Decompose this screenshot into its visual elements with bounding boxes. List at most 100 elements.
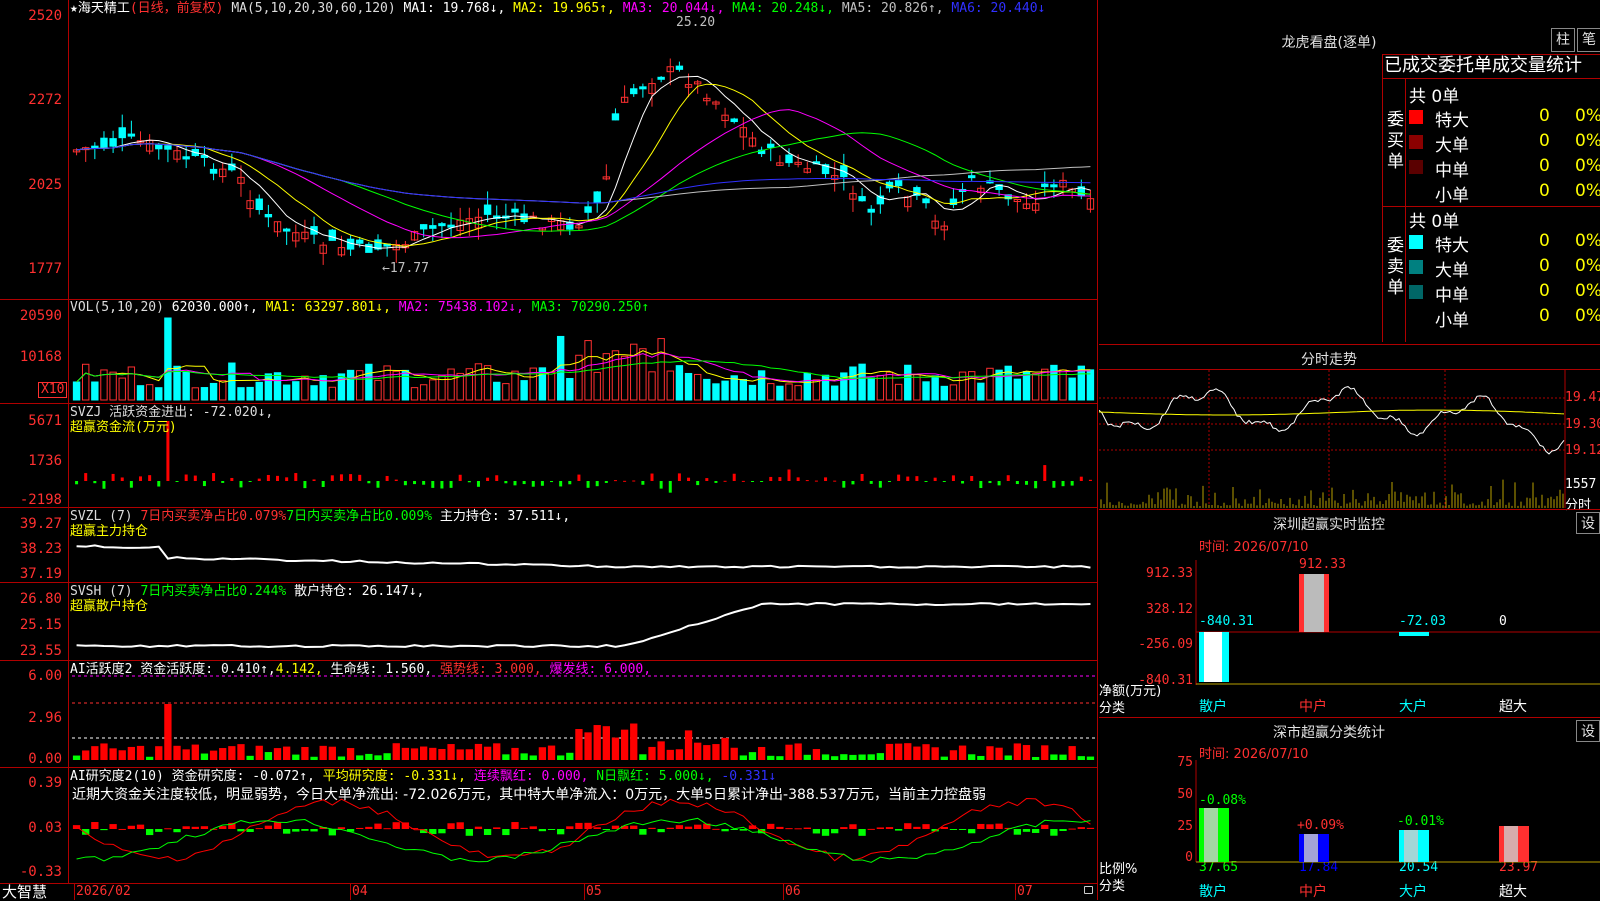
candle bbox=[867, 208, 875, 213]
volume-bar bbox=[246, 386, 254, 401]
research-bar bbox=[264, 825, 273, 829]
research-bar bbox=[739, 829, 747, 831]
activity-bar bbox=[931, 747, 939, 760]
activity-bar bbox=[767, 755, 775, 760]
candle bbox=[328, 229, 337, 241]
research-bar bbox=[566, 826, 574, 829]
ai2-note: 近期大资金关注度较低，明显弱势，今日大单净流出: -72.026万元，其中特大单… bbox=[72, 787, 986, 803]
flow-bar bbox=[294, 473, 298, 481]
lock-icon[interactable] bbox=[1084, 886, 1093, 894]
activity-bar bbox=[493, 743, 501, 760]
activity-bar bbox=[346, 748, 355, 760]
stock-name: 海天精工 bbox=[77, 1, 130, 16]
flow-bar bbox=[111, 473, 115, 481]
flow-bar bbox=[760, 481, 764, 482]
period-mode[interactable]: (日线，前复权) bbox=[130, 1, 224, 16]
flow-bar bbox=[385, 475, 389, 481]
sz-class-bar bbox=[1504, 826, 1518, 862]
research-bar bbox=[1050, 829, 1058, 836]
research-bar bbox=[127, 825, 136, 829]
x-tick bbox=[1015, 884, 1016, 900]
research-bar bbox=[456, 822, 464, 829]
flow-bar bbox=[741, 480, 745, 482]
flow-bar bbox=[157, 481, 161, 487]
flow-bar bbox=[714, 481, 718, 483]
research-bar bbox=[483, 829, 492, 836]
ma4-value: MA4: 20.248↓, bbox=[732, 1, 835, 16]
flow-bar bbox=[422, 481, 426, 485]
candle bbox=[639, 86, 647, 90]
svsh-ratio: 7日内买卖净占比0.244% bbox=[140, 584, 287, 599]
activity-bar bbox=[611, 737, 620, 760]
flow-bar bbox=[202, 481, 206, 487]
intraday-price-line bbox=[1099, 386, 1565, 455]
candle bbox=[155, 144, 163, 150]
x-label: 06 bbox=[785, 884, 801, 899]
candle bbox=[584, 206, 592, 213]
activity-bar bbox=[319, 745, 327, 760]
brand-label[interactable]: 大智慧 bbox=[2, 884, 47, 900]
candle bbox=[438, 223, 446, 227]
sz-class-bar bbox=[1204, 808, 1218, 862]
flow-bar bbox=[129, 481, 133, 488]
volume-bar bbox=[556, 335, 565, 401]
ma6-value: MA6: 20.440↓ bbox=[951, 1, 1046, 16]
flow-bar bbox=[367, 481, 371, 484]
volume-bar bbox=[803, 372, 811, 401]
flow-bar bbox=[139, 476, 143, 481]
flow-bar bbox=[193, 475, 197, 481]
volume-bar bbox=[593, 371, 601, 401]
research-bar bbox=[803, 827, 811, 829]
candle bbox=[109, 138, 117, 147]
volume-bar bbox=[566, 377, 574, 401]
volume-bar bbox=[1086, 369, 1095, 401]
volume-bar bbox=[145, 384, 154, 401]
svzj-subtitle: 超赢资金流(万元) bbox=[70, 420, 177, 435]
svzl-ytick: 39.27 bbox=[19, 516, 62, 532]
volume-bar bbox=[904, 364, 912, 401]
ma1-value: MA1: 19.768↓, bbox=[403, 1, 506, 16]
flow-bar bbox=[595, 481, 599, 487]
activity-bar bbox=[730, 747, 738, 760]
flow-bar bbox=[796, 477, 800, 481]
flow-bar bbox=[486, 477, 490, 481]
flow-bar bbox=[184, 474, 188, 481]
candle bbox=[127, 133, 136, 137]
volume-bar bbox=[136, 385, 145, 401]
activity-bar bbox=[657, 741, 665, 760]
candle bbox=[593, 191, 601, 203]
ai2-consec-red: 连续飘红: 0.000, bbox=[473, 769, 589, 784]
activity-bar bbox=[145, 756, 154, 760]
volume-bar bbox=[72, 381, 81, 401]
volume-bar bbox=[639, 348, 647, 401]
flow-bar bbox=[997, 481, 1001, 486]
volume-bar bbox=[666, 370, 674, 401]
volume-bar bbox=[894, 383, 903, 401]
volume-bar bbox=[849, 366, 857, 401]
activity-bar bbox=[1031, 756, 1040, 760]
flow-bar bbox=[84, 473, 88, 481]
activity-bar bbox=[776, 756, 784, 760]
chart-area[interactable]: ★海天精工(日线，前复权) MA(5,10,20,30,60,120) MA1:… bbox=[0, 0, 1098, 900]
candle bbox=[511, 208, 519, 213]
flow-bar bbox=[924, 481, 928, 482]
research-bar bbox=[465, 829, 473, 836]
star-icon[interactable]: ★ bbox=[70, 1, 78, 16]
ai2-ytick: -0.33 bbox=[19, 864, 62, 880]
flow-bar bbox=[230, 477, 234, 481]
candle bbox=[419, 224, 428, 230]
volume-bar bbox=[118, 377, 126, 401]
flow-bar bbox=[668, 481, 672, 493]
volume-bar bbox=[867, 377, 875, 401]
volume-bar bbox=[200, 387, 209, 401]
volume-bar bbox=[502, 383, 510, 401]
volume-bar bbox=[511, 370, 519, 401]
research-bar bbox=[282, 829, 291, 834]
activity-bar bbox=[995, 747, 1003, 760]
volume-bar bbox=[657, 338, 665, 401]
volume-bar bbox=[346, 369, 355, 401]
flow-bar bbox=[906, 476, 910, 481]
flow-bar bbox=[705, 478, 709, 481]
volume-bar bbox=[328, 386, 337, 401]
volume-bar bbox=[977, 382, 985, 401]
